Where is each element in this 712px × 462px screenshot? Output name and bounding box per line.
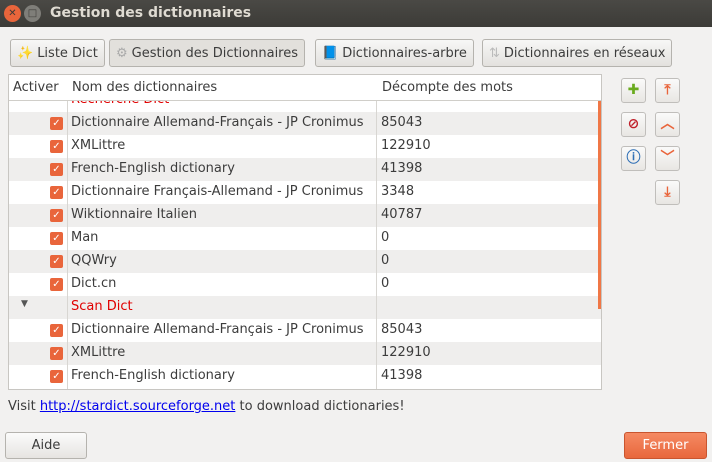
activer-checkbox[interactable]: ✓ xyxy=(50,232,63,245)
table-row[interactable]: ✓ Man 0 xyxy=(9,227,601,250)
word-count: 0 xyxy=(381,253,390,268)
double-chevron-up-icon: ⤒ xyxy=(664,82,671,98)
table-row[interactable]: ✓ Dictionnaire Allemand-Français - JP Cro… xyxy=(9,319,601,342)
info-icon: ⓘ xyxy=(626,150,641,166)
dictionary-name: French-English dictionary xyxy=(71,368,235,383)
group-name: Recherche Dict xyxy=(71,101,169,107)
activer-checkbox[interactable]: ✓ xyxy=(50,255,63,268)
activer-checkbox[interactable]: ✓ xyxy=(50,186,63,199)
column-header-activer[interactable]: Activer xyxy=(13,80,59,95)
tab-label: Liste Dict xyxy=(37,45,98,61)
dictionary-name: QQWry xyxy=(71,253,117,268)
table-row[interactable]: ✓ XMLittre 122910 xyxy=(9,135,601,158)
dictionary-name: XMLittre xyxy=(71,345,126,360)
tab-label: Gestion des Dictionnaires xyxy=(131,45,299,61)
word-count: 122910 xyxy=(381,345,431,360)
group-row[interactable]: ▼ Scan Dict xyxy=(9,296,601,319)
word-count: 41398 xyxy=(381,161,423,176)
wand-icon: ✨ xyxy=(17,45,34,61)
column-header-nom[interactable]: Nom des dictionnaires xyxy=(72,80,217,95)
table-row[interactable]: ✓ Dictionnaire Français-Allemand - JP Cro… xyxy=(9,181,601,204)
table-row[interactable]: ✓ QQWry 0 xyxy=(9,250,601,273)
word-count: 0 xyxy=(381,230,390,245)
table-row[interactable]: ✓ Dictionnaire Allemand-Français - JP Cro… xyxy=(9,112,601,135)
dictionary-table: Activer Nom des dictionnaires Décompte d… xyxy=(8,74,602,390)
dictionary-name: Dictionnaire Allemand-Français - JP Cron… xyxy=(71,322,364,337)
help-button[interactable]: Aide xyxy=(5,432,87,459)
move-top-button[interactable]: ⤒ xyxy=(655,78,680,103)
tab-gestion-dictionnaires[interactable]: ⚙ Gestion des Dictionnaires xyxy=(109,39,306,67)
dictionary-name: Wiktionnaire Italien xyxy=(71,207,197,222)
activer-checkbox[interactable]: ✓ xyxy=(50,278,63,291)
close-window-button[interactable]: ✕ xyxy=(4,5,21,22)
plus-icon: ✚ xyxy=(627,82,640,98)
chevron-down-icon: ﹀ xyxy=(660,150,675,166)
table-row[interactable]: ✓ Dict.cn 0 xyxy=(9,273,601,296)
forbidden-icon: ⊘ xyxy=(627,116,640,132)
book-icon: 📘 xyxy=(322,45,339,61)
tab-dictionnaires-arbre[interactable]: 📘 Dictionnaires-arbre xyxy=(315,39,474,67)
activer-checkbox[interactable]: ✓ xyxy=(50,370,63,383)
double-chevron-down-icon: ⤓ xyxy=(664,184,671,200)
window-title: Gestion des dictionnaires xyxy=(50,5,252,21)
table-row[interactable]: ✓ XMLittre 122910 xyxy=(9,342,601,365)
activer-checkbox[interactable]: ✓ xyxy=(50,163,63,176)
group-name: Scan Dict xyxy=(71,299,133,314)
activer-checkbox[interactable]: ✓ xyxy=(50,140,63,153)
dictionary-name: Dictionnaire Allemand-Français - JP Cron… xyxy=(71,115,364,130)
network-icon: ⇅ xyxy=(489,45,500,61)
expander-icon[interactable]: ▼ xyxy=(21,101,28,102)
title-bar: ✕ □ Gestion des dictionnaires xyxy=(0,0,712,27)
word-count: 122910 xyxy=(381,138,431,153)
word-count: 0 xyxy=(381,276,390,291)
gear-icon: ⚙ xyxy=(116,45,128,61)
dictionary-name: Man xyxy=(71,230,99,245)
remove-button[interactable]: ⊘ xyxy=(621,112,646,137)
table-body: ▼ Recherche Dict ✓ Dictionnaire Allemand-Fr… xyxy=(9,101,601,389)
footer-suffix: to download dictionaries! xyxy=(235,399,405,414)
activer-checkbox[interactable]: ✓ xyxy=(50,117,63,130)
word-count: 3348 xyxy=(381,184,415,199)
tab-label: Dictionnaires en réseaux xyxy=(503,45,666,61)
tab-label: Dictionnaires-arbre xyxy=(342,45,467,61)
dictionary-name: French-English dictionary xyxy=(71,161,235,176)
word-count: 85043 xyxy=(381,115,423,130)
info-button[interactable]: ⓘ xyxy=(621,146,646,171)
tab-liste-dict[interactable]: ✨ Liste Dict xyxy=(10,39,105,67)
close-button[interactable]: Fermer xyxy=(624,432,707,459)
word-count: 40787 xyxy=(381,207,423,222)
move-up-button[interactable]: ︿ xyxy=(655,112,680,137)
footer-text: Visit http://stardict.sourceforge.net to… xyxy=(8,399,405,414)
expander-icon[interactable]: ▼ xyxy=(21,299,28,309)
word-count: 85043 xyxy=(381,322,423,337)
move-down-button[interactable]: ﹀ xyxy=(655,146,680,171)
maximize-window-button[interactable]: □ xyxy=(24,5,41,22)
dictionary-name: XMLittre xyxy=(71,138,126,153)
move-bottom-button[interactable]: ⤓ xyxy=(655,180,680,205)
table-header: Activer Nom des dictionnaires Décompte d… xyxy=(9,75,601,101)
table-row[interactable]: ✓ French-English dictionary 41398 xyxy=(9,365,601,388)
chevron-up-icon: ︿ xyxy=(660,116,675,132)
footer-prefix: Visit xyxy=(8,399,40,414)
tab-dictionnaires-reseaux[interactable]: ⇅ Dictionnaires en réseaux xyxy=(482,39,673,67)
table-row[interactable]: ✓ French-English dictionary 41398 xyxy=(9,158,601,181)
activer-checkbox[interactable]: ✓ xyxy=(50,347,63,360)
table-row[interactable]: ✓ Wiktionnaire Italien 40787 xyxy=(9,204,601,227)
add-button[interactable]: ✚ xyxy=(621,78,646,103)
activer-checkbox[interactable]: ✓ xyxy=(50,209,63,222)
activer-checkbox[interactable]: ✓ xyxy=(50,324,63,337)
word-count: 41398 xyxy=(381,368,423,383)
group-row[interactable]: ▼ Recherche Dict xyxy=(9,101,601,112)
dictionary-name: Dict.cn xyxy=(71,276,117,291)
stardict-link[interactable]: http://stardict.sourceforge.net xyxy=(40,399,236,414)
column-header-decompte[interactable]: Décompte des mots xyxy=(382,80,513,95)
dictionary-name: Dictionnaire Français-Allemand - JP Cron… xyxy=(71,184,364,199)
scrollbar[interactable] xyxy=(598,101,601,309)
